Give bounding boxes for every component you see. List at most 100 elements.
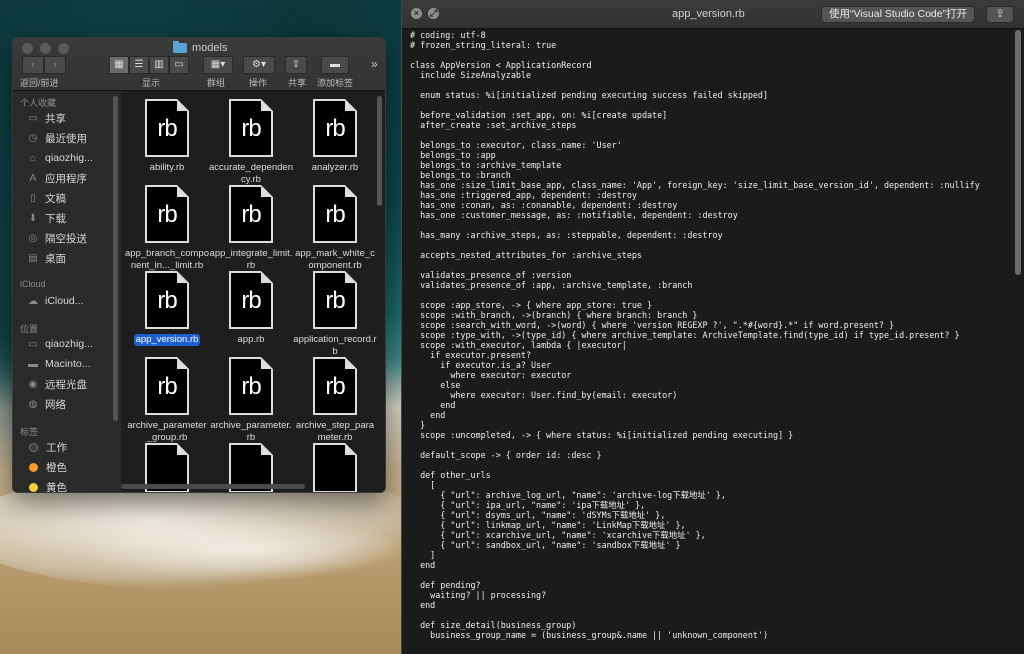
close-icon[interactable]: × bbox=[411, 8, 422, 19]
clock-icon: ◷ bbox=[28, 132, 38, 144]
sidebar-item-desktop[interactable]: ▤ 桌面 bbox=[13, 248, 121, 268]
sidebar-item-applications[interactable]: A 应用程序 bbox=[13, 168, 121, 188]
share-group: ⇪ bbox=[285, 56, 307, 74]
file-name: app.rb bbox=[237, 334, 265, 345]
sidebar-item-label: 远程光盘 bbox=[45, 378, 87, 391]
home-icon: ⌂ bbox=[29, 152, 37, 164]
forward-button[interactable]: › bbox=[44, 56, 66, 74]
tag-dot-icon bbox=[29, 462, 38, 472]
download-icon: ⬇ bbox=[28, 212, 38, 224]
zoom-button[interactable] bbox=[58, 43, 69, 54]
display-label: 显示 bbox=[142, 78, 161, 88]
sidebar-item-label: 最近使用 bbox=[45, 132, 87, 145]
icon-text: rb bbox=[157, 201, 177, 228]
sidebar-item-airdrop[interactable]: ◎ 隔空投送 bbox=[13, 228, 121, 248]
view-mode-group: ▦ ☰ ▥ ▭ bbox=[109, 56, 189, 74]
file-item[interactable] bbox=[293, 443, 377, 492]
file-item[interactable]: rb archive_parameter.rb bbox=[209, 357, 293, 444]
icon-text: rb bbox=[157, 373, 177, 400]
sidebar-item-label: qiaozhig... bbox=[45, 152, 93, 164]
gear-icon[interactable]: ⚙▾ bbox=[243, 56, 275, 74]
tag-icon[interactable]: ▬ bbox=[321, 56, 349, 74]
file-item[interactable]: rb app.rb bbox=[209, 271, 293, 346]
ruby-file-icon: rb bbox=[145, 99, 189, 157]
sidebar-item-documents[interactable]: ▯ 文稿 bbox=[13, 188, 121, 208]
sidebar-item-label: 下载 bbox=[45, 212, 66, 225]
tag-label: 添加标签 bbox=[317, 78, 354, 88]
airdrop-icon: ◎ bbox=[28, 232, 38, 244]
file-name: archive_step_parameter.rb bbox=[295, 420, 375, 443]
sidebar-header-icloud: iCloud bbox=[20, 279, 46, 289]
sidebar-item-remote-disc[interactable]: ◉ 远程光盘 bbox=[13, 374, 121, 394]
file-name: application_record.rb bbox=[293, 334, 377, 357]
file-item-selected[interactable]: rb app_version.rb bbox=[125, 271, 209, 347]
list-view-button[interactable]: ☰ bbox=[129, 56, 149, 74]
tag-dot-icon bbox=[29, 442, 38, 452]
sidebar-item-icloud-drive[interactable]: ☁ iCloud... bbox=[13, 291, 121, 311]
sidebar-item-home[interactable]: ⌂ qiaozhig... bbox=[13, 148, 121, 168]
quicklook-window: × ⤢ app_version.rb 使用“Visual Studio Code… bbox=[401, 0, 1024, 654]
sidebar-item-tag-yellow[interactable]: 黄色 bbox=[13, 477, 121, 492]
file-name: app_mark_white_component.rb bbox=[295, 248, 375, 271]
content-vertical-scrollbar[interactable] bbox=[377, 96, 382, 206]
finder-window: models ‹ › 返回/前进 ▦ ☰ ▥ ▭ 显示 ▦▾ 群组 ⚙▾ 操作 … bbox=[12, 37, 386, 493]
icon-text: rb bbox=[325, 115, 345, 142]
sidebar-item-label: 文稿 bbox=[45, 192, 66, 205]
file-item[interactable]: rb ability.rb bbox=[125, 99, 209, 174]
code-view: # coding: utf-8 # frozen_string_literal:… bbox=[410, 30, 980, 640]
icon-text: rb bbox=[241, 373, 261, 400]
icon-text: rb bbox=[241, 115, 261, 142]
ruby-file-icon: rb bbox=[313, 271, 357, 329]
overflow-chevron-icon[interactable]: » bbox=[371, 57, 378, 71]
file-item[interactable]: rb archive_step_parameter.rb bbox=[293, 357, 377, 444]
code-scrollbar[interactable] bbox=[1015, 30, 1021, 275]
sidebar-item-tag-work[interactable]: 工作 bbox=[13, 437, 121, 457]
sidebar-item-label: 应用程序 bbox=[45, 172, 87, 185]
file-name: accurate_dependency.rb bbox=[209, 162, 293, 185]
minimize-button[interactable] bbox=[40, 43, 51, 54]
back-button[interactable]: ‹ bbox=[22, 56, 44, 74]
disk-icon: ▬ bbox=[28, 358, 38, 370]
group-button[interactable]: ▦▾ bbox=[203, 56, 233, 74]
file-item[interactable]: rb archive_parameter_group.rb bbox=[125, 357, 209, 444]
ruby-file-icon: rb bbox=[145, 185, 189, 243]
column-view-button[interactable]: ▥ bbox=[149, 56, 169, 74]
icon-text: rb bbox=[325, 287, 345, 314]
file-item[interactable]: rb app_integrate_limit.rb bbox=[209, 185, 293, 272]
sidebar-item-tag-orange[interactable]: 橙色 bbox=[13, 457, 121, 477]
sidebar-item-label: 桌面 bbox=[45, 252, 66, 265]
sidebar-scrollbar[interactable] bbox=[113, 96, 118, 421]
sidebar-item-recents[interactable]: ◷ 最近使用 bbox=[13, 128, 121, 148]
sidebar-item-shared[interactable]: ▭ 共享 bbox=[13, 108, 121, 128]
icon-view-button[interactable]: ▦ bbox=[109, 56, 129, 74]
finder-title-text: models bbox=[192, 42, 228, 54]
file-item[interactable]: rb app_mark_white_component.rb bbox=[293, 185, 377, 272]
file-item[interactable]: rb accurate_dependency.rb bbox=[209, 99, 293, 186]
file-grid: rb ability.rb rb accurate_dependency.rb … bbox=[121, 91, 385, 492]
sidebar-item-disk[interactable]: ▬ Macinto... bbox=[13, 354, 121, 374]
gallery-view-button[interactable]: ▭ bbox=[169, 56, 189, 74]
open-with-button[interactable]: 使用“Visual Studio Code”打开 bbox=[821, 6, 976, 23]
file-item[interactable]: rb application_record.rb bbox=[293, 271, 377, 358]
applications-icon: A bbox=[29, 172, 37, 184]
sidebar-item-network[interactable]: ◍ 网络 bbox=[13, 394, 121, 414]
quicklook-title: app_version.rb bbox=[672, 8, 745, 20]
shared-folder-icon: ▭ bbox=[28, 112, 38, 124]
document-icon: ▯ bbox=[30, 192, 36, 204]
nav-label: 返回/前进 bbox=[20, 78, 59, 88]
sidebar-item-label: Macinto... bbox=[45, 358, 91, 370]
close-button[interactable] bbox=[22, 43, 33, 54]
ruby-file-icon: rb bbox=[313, 185, 357, 243]
quicklook-titlebar: × ⤢ app_version.rb 使用“Visual Studio Code… bbox=[402, 0, 1024, 29]
ruby-file-icon: rb bbox=[145, 271, 189, 329]
content-horizontal-scrollbar[interactable] bbox=[121, 484, 305, 489]
globe-icon: ◍ bbox=[28, 398, 38, 410]
file-item[interactable]: rb app_branch_component_in..._limit.rb bbox=[125, 185, 209, 272]
share-icon[interactable]: ⇪ bbox=[986, 6, 1014, 23]
sidebar-item-downloads[interactable]: ⬇ 下载 bbox=[13, 208, 121, 228]
fullscreen-icon[interactable]: ⤢ bbox=[428, 8, 439, 19]
file-item[interactable]: rb analyzer.rb bbox=[293, 99, 377, 174]
icon-text: rb bbox=[157, 287, 177, 314]
share-icon[interactable]: ⇪ bbox=[285, 56, 307, 74]
sidebar-item-computer[interactable]: ▭ qiaozhig... bbox=[13, 334, 121, 354]
